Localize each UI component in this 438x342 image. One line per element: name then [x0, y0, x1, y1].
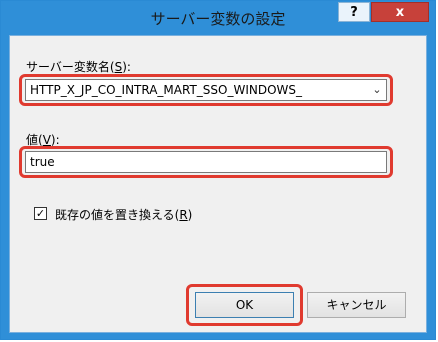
name-label-end: ):: [122, 60, 131, 74]
cancel-button[interactable]: キャンセル: [307, 292, 406, 318]
value-label: 値(V):: [26, 131, 60, 148]
replace-label-accelerator: R: [179, 208, 188, 222]
title-bar[interactable]: サーバー変数の設定 ? x: [1, 1, 435, 35]
replace-existing-label[interactable]: 既存の値を置き換える(R): [55, 206, 192, 223]
value-label-end: ):: [50, 133, 60, 147]
replace-label-text: 既存の値を置き換える(: [55, 208, 180, 222]
close-button[interactable]: x: [371, 2, 429, 22]
help-button[interactable]: ?: [338, 2, 370, 22]
ok-button[interactable]: OK: [195, 292, 294, 318]
name-label-text: サーバー変数名(: [26, 60, 115, 74]
server-variable-name-combobox[interactable]: HTTP_X_JP_CO_INTRA_MART_SSO_WINDOWS_ ⌄: [25, 79, 387, 101]
server-variable-name-label: サーバー変数名(S):: [26, 58, 131, 75]
server-variable-name-value: HTTP_X_JP_CO_INTRA_MART_SSO_WINDOWS_: [30, 83, 303, 97]
checkmark-icon: ✓: [35, 207, 46, 220]
chevron-down-icon[interactable]: ⌄: [370, 80, 384, 100]
value-label-accelerator: V: [42, 133, 51, 147]
value-input[interactable]: true: [25, 151, 387, 173]
replace-existing-checkbox[interactable]: ✓: [34, 207, 47, 220]
replace-label-end: ): [187, 208, 193, 222]
value-label-text: 値(: [26, 133, 43, 147]
